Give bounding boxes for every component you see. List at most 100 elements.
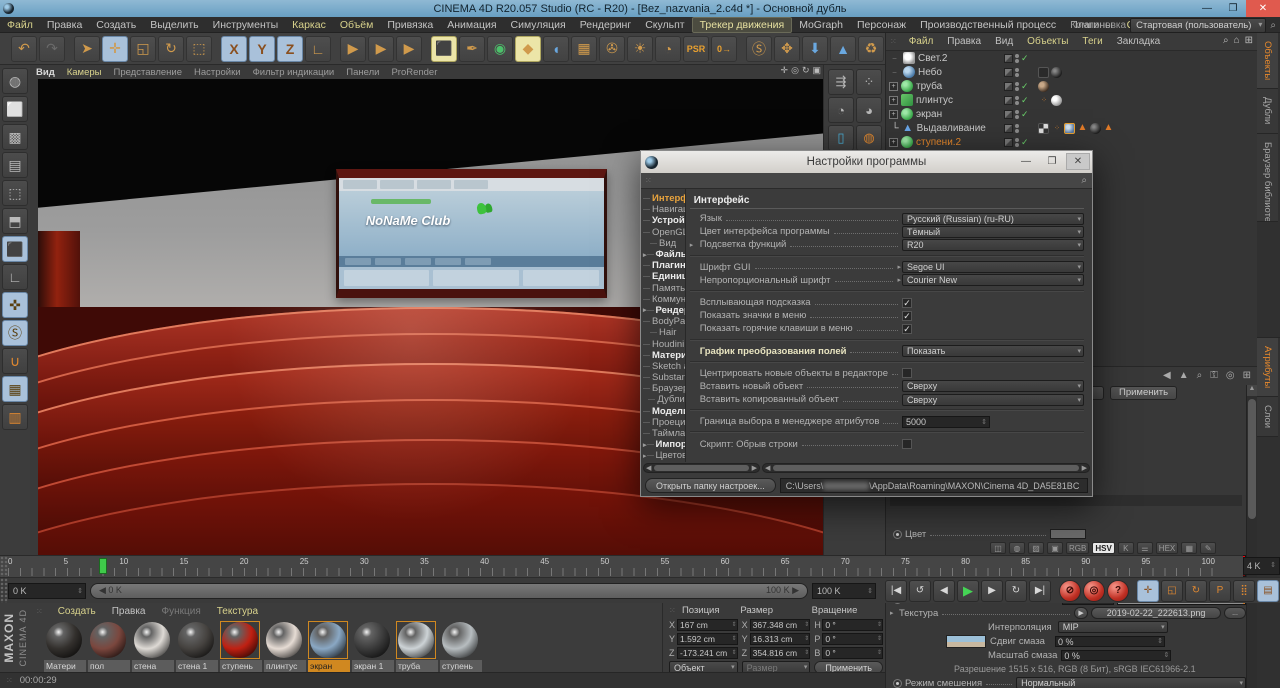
trash-icon[interactable]: ▯ bbox=[828, 125, 854, 151]
swatches-icon[interactable]: ▦ bbox=[1181, 542, 1197, 554]
menu-item-MoGraph[interactable]: MoGraph bbox=[792, 18, 850, 32]
zoom-view-icon[interactable]: ◎ bbox=[791, 65, 799, 76]
magnet-icon[interactable]: ∪ bbox=[2, 348, 28, 374]
timeline-scrubber[interactable]: ◀ 0 K 100 K ▶ bbox=[90, 583, 808, 599]
timeline-marker[interactable] bbox=[99, 558, 107, 574]
move-tool-icon[interactable]: ✛ bbox=[102, 36, 128, 62]
checker-tag[interactable] bbox=[1038, 123, 1049, 134]
blend-mode-dropdown[interactable]: Нормальный bbox=[1016, 677, 1246, 688]
lock-workplane-icon[interactable]: ▦ bbox=[2, 376, 28, 402]
menu-item-Инструменты[interactable]: Инструменты bbox=[206, 18, 285, 32]
blur-scale-field[interactable]: 0 % bbox=[1061, 650, 1171, 661]
coord-field-Вращение-H[interactable]: 0 ° bbox=[822, 619, 883, 631]
keyframe-selection-button[interactable]: ? bbox=[1107, 580, 1129, 602]
menu-item-Симуляция[interactable]: Симуляция bbox=[504, 18, 573, 32]
material-menu-Правка[interactable]: Правка bbox=[104, 606, 154, 617]
material-menu-Создать[interactable]: Создать bbox=[50, 606, 104, 617]
last-tools-icon[interactable]: ⬚ bbox=[186, 36, 212, 62]
settings-category-Файлы[interactable]: ▸Файлы bbox=[643, 249, 685, 260]
texture-file-button[interactable]: 2019-02-22_222613.png bbox=[1091, 607, 1221, 619]
material-icon[interactable]: ◔ bbox=[655, 36, 681, 62]
sphere-brush-b[interactable]: ◕ bbox=[856, 97, 882, 123]
rotate-view-icon[interactable]: ↻ bbox=[802, 65, 810, 76]
target-icon[interactable]: ◎ bbox=[1226, 370, 1235, 381]
texture-browse-button[interactable]: ... bbox=[1224, 607, 1246, 619]
tab-Дубли[interactable]: Дубли bbox=[1257, 89, 1278, 133]
om-menu-Объекты[interactable]: Объекты bbox=[1020, 36, 1075, 47]
tri-tag[interactable]: ▲ bbox=[1077, 123, 1088, 134]
record-parameter-toggle[interactable]: P bbox=[1209, 580, 1231, 602]
drop-to-floor-icon[interactable]: ⬇ bbox=[802, 36, 828, 62]
color-swatch[interactable] bbox=[1050, 529, 1086, 539]
live-selection-icon[interactable]: ➤ bbox=[74, 36, 100, 62]
radio-icon[interactable] bbox=[893, 530, 902, 539]
settings-category-Sketch and Toon[interactable]: Sketch and Toon bbox=[643, 361, 685, 372]
polygons-mode-icon[interactable]: ⬛ bbox=[2, 236, 28, 262]
radio-icon[interactable] bbox=[893, 679, 902, 688]
dialog-close-button[interactable]: ✕ bbox=[1066, 153, 1090, 170]
pen-spline-icon[interactable]: ✒ bbox=[459, 36, 485, 62]
settings-category-Импорт и экспорт[interactable]: ▸Импорт и экспорт bbox=[643, 439, 685, 450]
tab-Слои[interactable]: Слои bbox=[1257, 397, 1278, 437]
settings-category-Интерфейс[interactable]: Интерфейс bbox=[643, 193, 685, 204]
search-icon[interactable]: ⌕ bbox=[1223, 35, 1229, 46]
ball-light-tag[interactable] bbox=[1051, 95, 1062, 106]
minimize-button[interactable]: — bbox=[1194, 0, 1220, 17]
setting-dropdown-Шрифт GUI[interactable]: Segoe UI bbox=[902, 261, 1084, 273]
workplane-mode-icon[interactable]: ▤ bbox=[2, 152, 28, 178]
dialog-search-bar[interactable]: ⁙ ⌕ bbox=[641, 173, 1092, 189]
coord-field-Размер-Y[interactable]: 16.313 cm bbox=[750, 633, 811, 645]
visibility-toggle[interactable] bbox=[1004, 110, 1013, 119]
om-menu-Закладка[interactable]: Закладка bbox=[1110, 36, 1167, 47]
visibility-toggle[interactable] bbox=[1004, 54, 1013, 63]
submenu-arrow-icon[interactable]: ▸ bbox=[897, 263, 901, 271]
object-row[interactable]: +ступени.2✓ bbox=[886, 135, 1257, 149]
play-button[interactable]: ▶ bbox=[957, 580, 979, 602]
setting-number-Граница выбора в менеджере атрибутов[interactable]: 5000 bbox=[902, 416, 990, 428]
material-item[interactable]: ступень bbox=[440, 621, 482, 672]
blur-offset-field[interactable]: 0 % bbox=[1055, 636, 1165, 647]
record-button[interactable]: ⊘ bbox=[1059, 580, 1081, 602]
convert-icon[interactable]: ◍ bbox=[2, 68, 28, 94]
settings-category-Substance Engine[interactable]: Substance Engine bbox=[643, 372, 685, 383]
render-picture-viewer-icon[interactable]: ▶ bbox=[368, 36, 394, 62]
drag-handle[interactable]: ⁙ bbox=[0, 676, 20, 685]
rgb-mode[interactable]: RGB bbox=[1066, 542, 1089, 554]
hsv-mode[interactable]: HSV bbox=[1092, 542, 1114, 554]
kelvin-mode[interactable]: K bbox=[1118, 542, 1134, 554]
coord-field-Размер-Z[interactable]: 354.816 cm bbox=[750, 647, 811, 659]
material-menu-Функция[interactable]: Функция bbox=[154, 606, 209, 617]
viewport-menu-Камеры[interactable]: Камеры bbox=[61, 67, 108, 78]
settings-category-Проецировщик[interactable]: Проецировщик bbox=[643, 417, 685, 428]
search-icon[interactable]: ⌕ bbox=[1270, 20, 1276, 31]
layout-dropdown[interactable]: Стартовая (пользователь) bbox=[1130, 18, 1266, 33]
settings-category-Вид[interactable]: Вид bbox=[643, 238, 685, 249]
categories-hscrollbar[interactable]: ◀▶ bbox=[643, 463, 760, 473]
menu-item-Выделить[interactable]: Выделить bbox=[143, 18, 205, 32]
menu-item-Правка[interactable]: Правка bbox=[40, 18, 89, 32]
texture-preset-button[interactable]: ▶ bbox=[1074, 607, 1088, 619]
material-item[interactable]: труба bbox=[396, 621, 438, 672]
settings-category-Рендер[interactable]: ▸Рендер bbox=[643, 305, 685, 316]
points-mode-icon[interactable]: ⬚ bbox=[2, 180, 28, 206]
viewport-menu-Представление[interactable]: Представление bbox=[107, 67, 188, 78]
menu-item-Каркас[interactable]: Каркас bbox=[285, 18, 333, 32]
wheel-icon[interactable]: ◍ bbox=[1009, 542, 1025, 554]
setting-dropdown-Непропорциональный шрифт[interactable]: Courier New bbox=[902, 274, 1084, 286]
expand-icon[interactable]: + bbox=[889, 82, 898, 91]
edges-mode-icon[interactable]: ⬒ bbox=[2, 208, 28, 234]
menu-item-Анимация[interactable]: Анимация bbox=[440, 18, 503, 32]
setting-checkbox-Показать значки в меню[interactable]: ✓ bbox=[902, 311, 912, 321]
row-arrow-icon[interactable]: ▸ bbox=[690, 241, 700, 249]
material-item[interactable]: Матери bbox=[44, 621, 86, 672]
enabled-check-icon[interactable]: ✓ bbox=[1021, 137, 1029, 148]
lock-x-axis-icon[interactable]: X bbox=[221, 36, 247, 62]
render-settings-icon[interactable]: ▶ bbox=[396, 36, 422, 62]
settings-category-Единицы измерения[interactable]: Единицы измерения bbox=[643, 271, 685, 282]
tex-sel-tag[interactable] bbox=[1064, 123, 1075, 134]
settings-category-Браузер библиотек[interactable]: Браузер библиотек bbox=[643, 383, 685, 394]
snap-icon[interactable]: Ⓢ bbox=[746, 36, 772, 62]
viewport-menu-Вид[interactable]: Вид bbox=[30, 67, 61, 78]
menu-item-Создать[interactable]: Создать bbox=[89, 18, 143, 32]
search-icon[interactable]: ⌕ bbox=[1081, 175, 1092, 186]
